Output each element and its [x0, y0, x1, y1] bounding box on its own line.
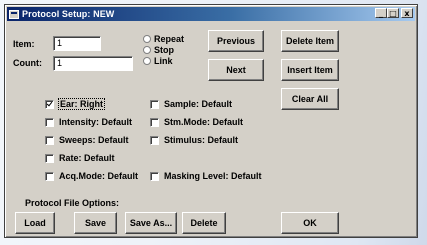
- insert-item-button[interactable]: Insert Item: [281, 59, 339, 81]
- checkbox-intensity[interactable]: Intensity: Default: [45, 117, 132, 127]
- minimize-button[interactable]: _: [375, 8, 387, 18]
- clear-all-button[interactable]: Clear All: [281, 88, 339, 110]
- previous-button[interactable]: Previous: [208, 30, 264, 52]
- checkbox-label: Intensity: Default: [59, 117, 133, 127]
- radio-repeat[interactable]: Repeat: [143, 34, 184, 44]
- radio-label: Link: [154, 56, 173, 66]
- checkbox-masking-level[interactable]: Masking Level: Default: [150, 171, 262, 181]
- checkbox-stm-mode[interactable]: Stm.Mode: Default: [150, 117, 243, 127]
- radio-label: Repeat: [154, 34, 185, 44]
- checkbox-label: Stm.Mode: Default: [164, 117, 244, 127]
- checkbox-label: Masking Level: Default: [164, 171, 262, 181]
- radio-stop[interactable]: Stop: [143, 45, 174, 55]
- checkbox-label: Acq.Mode: Default: [59, 171, 139, 181]
- checkbox-box: [150, 117, 159, 127]
- checkbox-box: [45, 135, 54, 145]
- radio-circle: [143, 57, 151, 65]
- next-button[interactable]: Next: [208, 59, 264, 81]
- checkbox-box: [45, 99, 54, 109]
- count-field[interactable]: 1: [53, 56, 133, 71]
- window-controls: _ □ x: [375, 8, 413, 18]
- window-app-icon: [9, 9, 19, 19]
- checkbox-stimulus[interactable]: Stimulus: Default: [150, 135, 238, 145]
- checkbox-box: [45, 171, 54, 181]
- ok-button[interactable]: OK: [281, 212, 339, 234]
- checkbox-box: [150, 99, 159, 109]
- delete-button[interactable]: Delete: [182, 212, 226, 234]
- radio-circle: [143, 46, 151, 54]
- save-as-button[interactable]: Save As...: [125, 212, 177, 234]
- checkbox-box: [150, 171, 159, 181]
- checkbox-acq-mode[interactable]: Acq.Mode: Default: [45, 171, 138, 181]
- title-bar[interactable]: Protocol Setup: NEW _ □ x: [7, 7, 415, 21]
- maximize-button[interactable]: □: [387, 8, 399, 18]
- item-label: Item:: [13, 39, 35, 49]
- checkbox-label: Sweeps: Default: [59, 135, 129, 145]
- checkbox-ear[interactable]: Ear: Right: [45, 98, 106, 110]
- checkbox-label: Stimulus: Default: [164, 135, 239, 145]
- checkbox-label: Sample: Default: [164, 99, 233, 109]
- radio-label: Stop: [154, 45, 174, 55]
- item-field[interactable]: 1: [53, 36, 101, 51]
- window-title: Protocol Setup: NEW: [22, 9, 115, 19]
- checkbox-box: [150, 135, 159, 145]
- checkbox-box: [45, 117, 54, 127]
- close-button[interactable]: x: [401, 8, 413, 18]
- delete-item-button[interactable]: Delete Item: [281, 30, 339, 52]
- load-button[interactable]: Load: [15, 212, 55, 234]
- checkbox-sweeps[interactable]: Sweeps: Default: [45, 135, 129, 145]
- protocol-setup-window: Protocol Setup: NEW _ □ x Item: 1 Count:…: [4, 4, 418, 238]
- checkbox-box: [45, 153, 54, 163]
- count-label: Count:: [13, 58, 42, 68]
- file-options-label: Protocol File Options:: [25, 198, 119, 208]
- radio-link[interactable]: Link: [143, 56, 173, 66]
- checkbox-label: Rate: Default: [59, 153, 115, 163]
- checkbox-sample[interactable]: Sample: Default: [150, 99, 232, 109]
- checkbox-rate[interactable]: Rate: Default: [45, 153, 115, 163]
- save-button[interactable]: Save: [74, 212, 117, 234]
- checkbox-label: Ear: Right: [57, 98, 106, 110]
- radio-circle: [143, 35, 151, 43]
